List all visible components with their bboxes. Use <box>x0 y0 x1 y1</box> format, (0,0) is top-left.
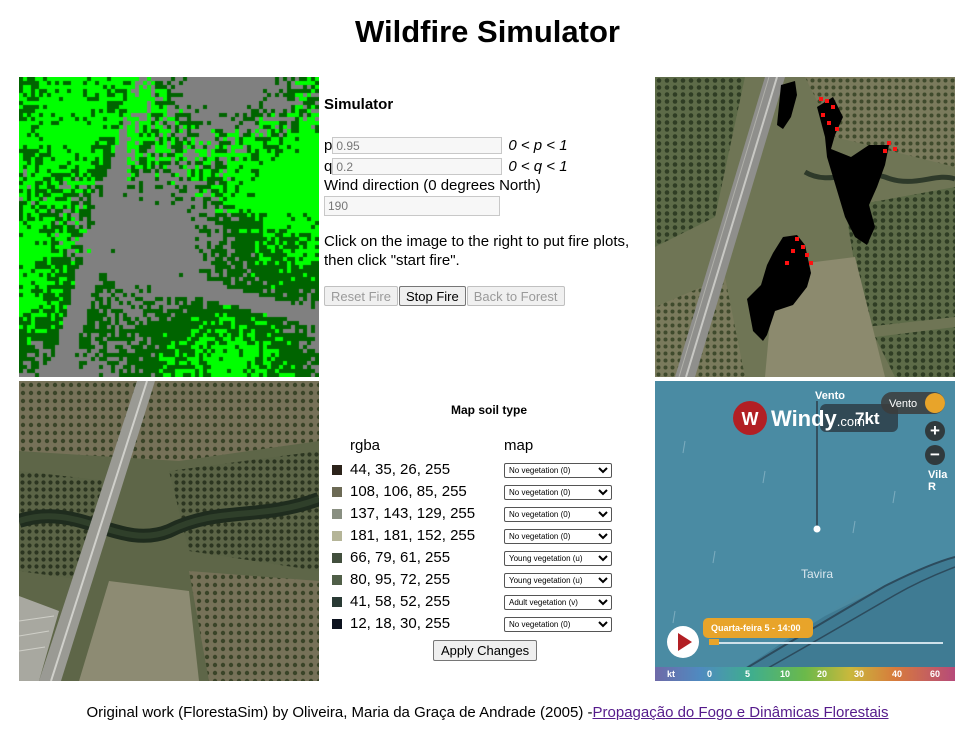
rgba-value: 44, 35, 26, 255 <box>350 461 451 478</box>
back-to-forest-button[interactable]: Back to Forest <box>466 286 565 306</box>
windy-logo-text: Windy.com <box>771 406 865 431</box>
soil-map-select[interactable]: No vegetation (0)Young vegetation (u)Adu… <box>504 507 612 522</box>
soil-map-select[interactable]: No vegetation (0)Young vegetation (u)Adu… <box>504 573 612 588</box>
q-label: q <box>324 158 333 175</box>
p-input[interactable] <box>332 137 503 154</box>
rgba-value: 66, 79, 61, 255 <box>350 549 451 566</box>
color-swatch <box>332 597 342 607</box>
reset-fire-button[interactable]: Reset Fire <box>324 286 398 306</box>
soil-map-select[interactable]: No vegetation (0)Young vegetation (u)Adu… <box>504 485 612 500</box>
place-label-vila: Vila R <box>928 469 948 493</box>
soil-map-select[interactable]: No vegetation (0)Young vegetation (u)Adu… <box>504 529 612 544</box>
page-title: Wildfire Simulator <box>355 14 620 49</box>
soil-map-select[interactable]: No vegetation (0)Young vegetation (u)Adu… <box>504 617 612 632</box>
simulator-heading: Simulator <box>324 96 394 113</box>
soil-row: 12, 18, 30, 255 No vegetation (0)Young ve… <box>324 613 654 635</box>
soil-row: 80, 95, 72, 255 No vegetation (0)Young ve… <box>324 569 654 591</box>
q-row: q 0 < q < 1 <box>324 156 654 177</box>
soil-map-select[interactable]: No vegetation (0)Young vegetation (u)Adu… <box>504 595 612 610</box>
soil-map-select[interactable]: No vegetation (0)Young vegetation (u)Adu… <box>504 463 612 478</box>
q-condition: 0 < q < 1 <box>508 158 568 175</box>
p-row: p 0 < p < 1 <box>324 135 654 156</box>
color-swatch <box>332 487 342 497</box>
rgba-value: 108, 106, 85, 255 <box>350 483 467 500</box>
footer-text: Original work (FlorestaSim) by Oliveira,… <box>86 704 593 721</box>
stop-fire-button[interactable]: Stop Fire <box>398 286 466 306</box>
fire-map[interactable] <box>655 77 955 377</box>
windy-map[interactable]: W Windy.com 7kt Vento Vento + − Tavira V… <box>655 381 955 681</box>
soil-row: 137, 143, 129, 255 No vegetation (0)Young… <box>324 503 654 525</box>
rgba-value: 12, 18, 30, 255 <box>350 615 451 632</box>
svg-text:W: W <box>742 409 759 429</box>
p-label: p <box>324 137 333 154</box>
soil-row: 41, 58, 52, 255 No vegetation (0)Young ve… <box>324 591 654 613</box>
wind-scale: kt 0 5 10 20 30 40 60 <box>667 669 941 679</box>
wind-direction-input[interactable] <box>324 196 500 216</box>
footer: Original work (FlorestaSim) by Oliveira,… <box>0 704 975 721</box>
vento-label: Vento <box>815 390 845 402</box>
soil-row: 181, 181, 152, 255 No vegetation (0)Young… <box>324 525 654 547</box>
q-input[interactable] <box>332 158 503 175</box>
zoom-out-button[interactable]: − <box>925 445 945 465</box>
soil-row: 44, 35, 26, 255 No vegetation (0)Young ve… <box>324 459 654 481</box>
color-swatch <box>332 509 342 519</box>
zoom-in-button[interactable]: + <box>925 421 945 441</box>
color-swatch <box>332 531 342 541</box>
rgba-value: 80, 95, 72, 255 <box>350 571 451 588</box>
rgba-column-header: rgba <box>350 437 381 454</box>
soil-type-panel: Map soil type rgba map 44, 35, 26, 255 No… <box>324 381 654 661</box>
rgba-value: 137, 143, 129, 255 <box>350 505 476 522</box>
soil-row: 108, 106, 85, 255 No vegetation (0)Young … <box>324 481 654 503</box>
color-swatch <box>332 619 342 629</box>
vento-button[interactable]: Vento <box>889 398 917 410</box>
soil-heading: Map soil type <box>450 403 527 417</box>
place-label-tavira: Tavira <box>801 567 834 581</box>
p-condition: 0 < p < 1 <box>508 137 568 154</box>
footer-link[interactable]: Propagação do Fogo e Dinâmicas Florestai… <box>593 704 889 721</box>
color-swatch <box>332 575 342 585</box>
simulator-buttons: Reset Fire Stop Fire Back to Forest <box>324 286 654 306</box>
wind-label: Wind direction (0 degrees North) <box>324 177 541 194</box>
color-swatch <box>332 465 342 475</box>
satellite-image[interactable] <box>19 381 319 681</box>
soil-map-select[interactable]: No vegetation (0)Young vegetation (u)Adu… <box>504 551 612 566</box>
wind-speed-label: 7kt <box>855 409 880 428</box>
apply-changes-button[interactable]: Apply Changes <box>433 640 538 661</box>
color-swatch <box>332 553 342 563</box>
soil-row: 66, 79, 61, 255 No vegetation (0)Young ve… <box>324 547 654 569</box>
simulator-panel: Simulator p 0 < p < 1 q 0 < q < 1 Wind d… <box>324 96 654 306</box>
play-button[interactable] <box>667 626 699 658</box>
rgba-value: 181, 181, 152, 255 <box>350 527 476 544</box>
timeline-label[interactable]: Quarta-feira 5 - 14:00 <box>711 623 801 633</box>
rgba-value: 41, 58, 52, 255 <box>350 593 451 610</box>
vegetation-grid <box>19 77 319 377</box>
instructions-text: Click on the image to the right to put f… <box>324 233 630 269</box>
map-column-header: map <box>504 437 534 454</box>
